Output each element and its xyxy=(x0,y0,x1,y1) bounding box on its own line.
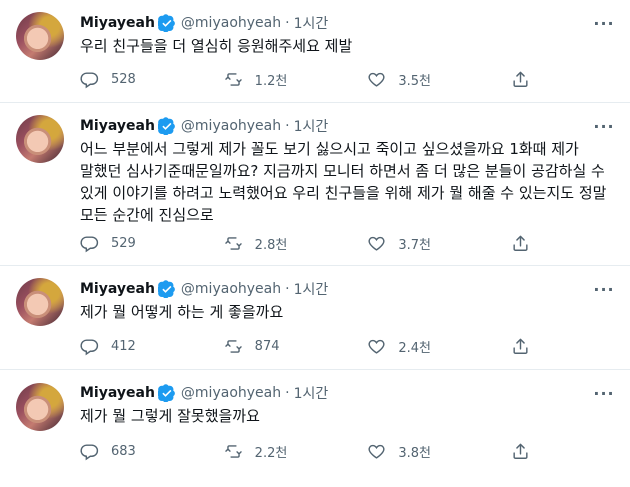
avatar[interactable] xyxy=(16,383,64,431)
like-button[interactable]: 3.8천 xyxy=(367,442,511,461)
retweet-button[interactable]: 2.2천 xyxy=(224,442,368,461)
tweet-text: 우리 친구들을 더 열심히 응원해주세요 제발 xyxy=(80,37,353,55)
avatar[interactable] xyxy=(16,278,64,326)
tweet[interactable]: Miyayeah @miyaohyeah · 1시간 ··· 우리 친구들을 더… xyxy=(0,0,630,103)
share-button[interactable] xyxy=(511,442,530,461)
tweet-actions: 528 1.2천 3.5천 xyxy=(80,70,530,89)
more-options-icon[interactable]: ··· xyxy=(592,279,616,299)
display-name[interactable]: Miyayeah xyxy=(80,281,155,297)
tweet[interactable]: Miyayeah @miyaohyeah · 1시간 ··· 제가 뭘 그렇게 … xyxy=(0,370,630,487)
like-count: 3.5천 xyxy=(398,74,431,89)
share-button[interactable] xyxy=(511,70,530,89)
display-name[interactable]: Miyayeah xyxy=(80,385,155,401)
more-options-icon[interactable]: ··· xyxy=(592,13,616,33)
reply-button[interactable]: 412 xyxy=(80,337,224,356)
retweet-button[interactable]: 1.2천 xyxy=(224,70,368,89)
separator-dot: · xyxy=(285,15,290,31)
like-icon xyxy=(368,236,385,251)
retweet-count: 1.2천 xyxy=(254,74,288,89)
tweet-text: 제가 뭘 어떻게 하는 게 좋을까요 xyxy=(80,303,284,321)
separator-dot: · xyxy=(285,385,290,401)
verified-badge-icon xyxy=(157,280,176,298)
verified-badge-icon xyxy=(157,117,176,135)
timestamp[interactable]: 1시간 xyxy=(294,13,329,33)
display-name[interactable]: Miyayeah xyxy=(80,15,155,31)
retweet-icon xyxy=(224,73,242,86)
reply-button[interactable]: 683 xyxy=(80,442,224,461)
retweet-icon xyxy=(224,340,242,353)
reply-button[interactable]: 529 xyxy=(80,234,224,253)
more-options-icon[interactable]: ··· xyxy=(592,116,616,136)
like-button[interactable]: 3.5천 xyxy=(367,70,511,89)
like-count: 3.7천 xyxy=(398,238,431,253)
like-count: 2.4천 xyxy=(398,341,431,356)
tweet-header: Miyayeah @miyaohyeah · 1시간 xyxy=(80,383,328,403)
timestamp[interactable]: 1시간 xyxy=(294,383,329,403)
handle[interactable]: @miyaohyeah xyxy=(181,281,281,297)
tweet-text: 어느 부분에서 그렇게 제가 꼴도 보기 싫으시고 죽이고 싶으셨을까요 1화때… xyxy=(80,140,607,224)
tweet-actions: 529 2.8천 3.7천 xyxy=(80,234,530,253)
like-icon xyxy=(368,72,385,87)
share-icon xyxy=(513,443,528,459)
reply-count: 683 xyxy=(111,444,136,459)
reply-count: 529 xyxy=(111,236,136,251)
timestamp[interactable]: 1시간 xyxy=(294,279,329,299)
verified-badge-icon xyxy=(157,384,176,402)
tweet-text: 제가 뭘 그렇게 잘못했을까요 xyxy=(80,407,260,425)
retweet-button[interactable]: 2.8천 xyxy=(224,234,368,253)
reply-icon xyxy=(80,72,99,89)
verified-badge-icon xyxy=(157,14,176,32)
reply-count: 528 xyxy=(111,72,136,87)
like-icon xyxy=(368,444,385,459)
avatar[interactable] xyxy=(16,12,64,60)
timestamp[interactable]: 1시간 xyxy=(294,116,329,136)
tweet-header: Miyayeah @miyaohyeah · 1시간 xyxy=(80,116,328,136)
tweet-actions: 412 874 2.4천 xyxy=(80,337,530,356)
like-icon xyxy=(368,339,385,354)
share-icon xyxy=(513,71,528,87)
tweet-actions: 683 2.2천 3.8천 xyxy=(80,442,530,461)
reply-icon xyxy=(80,444,99,461)
reply-button[interactable]: 528 xyxy=(80,70,224,89)
avatar[interactable] xyxy=(16,115,64,163)
retweet-button[interactable]: 874 xyxy=(224,337,368,356)
share-icon xyxy=(513,235,528,251)
separator-dot: · xyxy=(285,118,290,134)
share-button[interactable] xyxy=(511,234,530,253)
like-button[interactable]: 3.7천 xyxy=(367,234,511,253)
retweet-icon xyxy=(224,237,242,250)
retweet-count: 874 xyxy=(254,339,280,354)
display-name[interactable]: Miyayeah xyxy=(80,118,155,134)
retweet-icon xyxy=(224,445,242,458)
reply-icon xyxy=(80,339,99,356)
like-button[interactable]: 2.4천 xyxy=(367,337,511,356)
tweet[interactable]: Miyayeah @miyaohyeah · 1시간 ··· 제가 뭘 어떻게 … xyxy=(0,266,630,370)
tweet-header: Miyayeah @miyaohyeah · 1시간 xyxy=(80,13,328,33)
tweet[interactable]: Miyayeah @miyaohyeah · 1시간 ··· 어느 부분에서 그… xyxy=(0,103,630,266)
more-options-icon[interactable]: ··· xyxy=(592,383,616,403)
share-icon xyxy=(513,338,528,354)
reply-icon xyxy=(80,236,99,253)
handle[interactable]: @miyaohyeah xyxy=(181,15,281,31)
like-count: 3.8천 xyxy=(398,446,431,461)
share-button[interactable] xyxy=(511,337,530,356)
separator-dot: · xyxy=(285,281,290,297)
tweet-header: Miyayeah @miyaohyeah · 1시간 xyxy=(80,279,328,299)
retweet-count: 2.8천 xyxy=(254,238,288,253)
retweet-count: 2.2천 xyxy=(254,446,288,461)
handle[interactable]: @miyaohyeah xyxy=(181,385,281,401)
reply-count: 412 xyxy=(111,339,136,354)
handle[interactable]: @miyaohyeah xyxy=(181,118,281,134)
